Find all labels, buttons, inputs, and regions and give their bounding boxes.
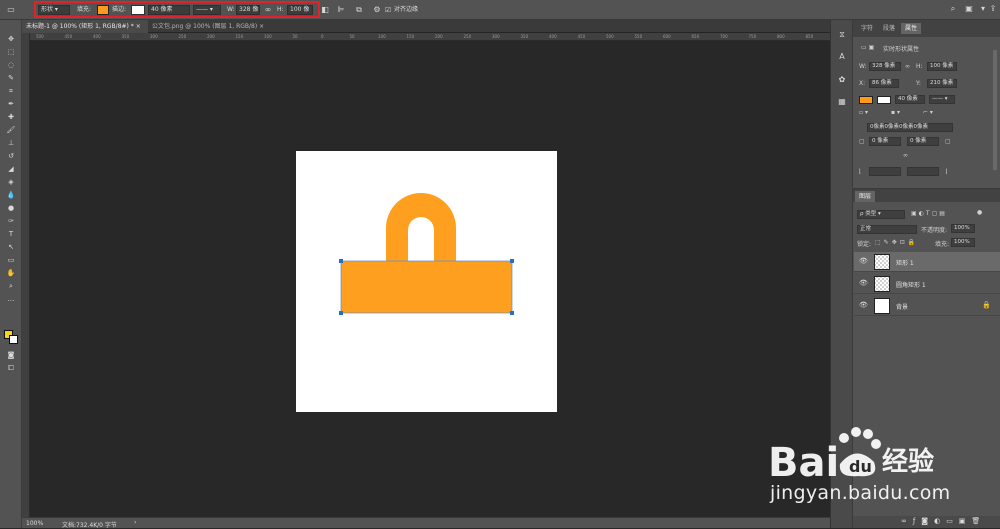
fill-field[interactable]: 100% (951, 238, 975, 247)
eye-icon[interactable]: 👁 (859, 301, 868, 309)
prop-height-label: H: (916, 63, 923, 70)
prop-fill-swatch[interactable] (859, 96, 873, 104)
swatches-panel-icon[interactable]: ▦ (837, 97, 847, 107)
layers-footer: ∞ƒ◙◐▭▣🗑 (853, 516, 1000, 528)
tab-character[interactable]: 字符 (857, 23, 877, 34)
lock-icon: 🔒 (982, 301, 991, 309)
eye-icon[interactable]: 👁 (859, 257, 868, 265)
transform-handle-tl (339, 259, 343, 263)
watermark-url: jingyan.baidu.com (770, 482, 951, 504)
blend-mode-select[interactable]: 正常 (857, 225, 917, 234)
baidu-watermark: Bai du 经验 (768, 427, 934, 484)
blend-mode-value: 正常 (860, 226, 872, 232)
prop-y-value: 210 像素 (930, 80, 954, 86)
svg-text:du: du (849, 457, 872, 476)
watermark-brand: Bai (768, 440, 839, 484)
eye-icon[interactable]: 👁 (859, 279, 868, 287)
layer-row[interactable]: 👁 背景 🔒 (854, 296, 1000, 316)
properties-scrollbar[interactable] (993, 50, 997, 170)
corner-bl-icon: ⌊ (859, 168, 862, 175)
fill-value: 100% (954, 239, 970, 245)
opacity-field[interactable]: 100% (951, 224, 975, 233)
corner-tl-value: 0 像素 (872, 138, 889, 144)
layer-name: 背景 (896, 304, 909, 311)
prop-y-field[interactable]: 210 像素 (927, 79, 957, 88)
corner-br-field[interactable] (907, 167, 939, 176)
prop-height-value: 100 像素 (930, 63, 954, 69)
rectangle-1-shape (340, 260, 513, 314)
lock-icons[interactable]: ⬚✎✥⊡🔒 (875, 239, 918, 246)
prop-width-value: 328 像素 (872, 63, 896, 69)
link-icon[interactable]: ∞ (905, 63, 910, 70)
corner-tl-field[interactable]: 0 像素 (869, 137, 901, 146)
prop-stroke-swatch[interactable] (877, 96, 891, 104)
corner-tr-icon: ▢ (945, 138, 951, 145)
tab-paragraph[interactable]: 段落 (879, 23, 899, 34)
properties-title: 实时形状属性 (883, 46, 920, 53)
watermark-suffix: 经验 (882, 446, 934, 477)
filter-toggle-icon[interactable]: ● (977, 209, 982, 216)
layers-tab-bar: 图层 (853, 188, 1000, 202)
corner-radius-all-value: 0像素0像素0像素0像素 (870, 124, 928, 130)
layer-thumbnail (874, 298, 890, 314)
prop-stroke-width-value: 40 像素 (898, 96, 918, 102)
shape-properties-icon: ▭ ▣ (861, 44, 875, 51)
transform-handle-bl (339, 311, 343, 315)
stroke-corners-icon[interactable]: ⌐ ▾ (923, 109, 933, 116)
stroke-align-icon[interactable]: ▫ ▾ (859, 109, 868, 116)
layer-actions-icons[interactable]: ∞ƒ◙◐▭▣🗑 (901, 517, 986, 525)
transform-handle-br (510, 311, 514, 315)
opacity-value: 100% (954, 225, 970, 231)
layer-row[interactable]: 👁 圆角矩形 1 (854, 274, 1000, 294)
paw-icon: du (839, 427, 881, 477)
prop-width-field[interactable]: 328 像素 (869, 62, 901, 71)
corner-tr-field[interactable]: 0 像素 (907, 137, 939, 146)
zoom-level[interactable]: 100% (26, 520, 43, 527)
prop-stroke-width-field[interactable]: 40 像素 (895, 95, 925, 104)
layer-name: 圆角矩形 1 (896, 282, 926, 289)
layer-row[interactable]: 👁 矩形 1 (854, 252, 1000, 272)
layer-filter-select[interactable]: ρ 类型 ▾ (857, 210, 905, 219)
properties-tab-bar: 字符 段落 属性 (853, 20, 1000, 37)
layer-filter-icons[interactable]: ▣◐T▢▤ (911, 210, 947, 217)
corner-radius-all-field[interactable]: 0像素0像素0像素0像素 (867, 123, 953, 132)
prop-height-field[interactable]: 100 像素 (927, 62, 957, 71)
prop-stroke-type-select[interactable]: —— ▾ (929, 95, 955, 104)
color-panel-icon[interactable]: ✿ (837, 75, 847, 85)
status-menu-icon[interactable]: › (134, 519, 136, 526)
tab-properties[interactable]: 属性 (901, 23, 922, 34)
layer-filter-value: ρ 类型 (860, 211, 877, 217)
stroke-caps-icon[interactable]: ▪ ▾ (891, 109, 900, 116)
prop-width-label: W: (859, 63, 867, 70)
prop-x-field[interactable]: 86 像素 (869, 79, 899, 88)
corner-tl-icon: ▢ (859, 138, 865, 145)
history-panel-icon[interactable]: ⧖ (837, 30, 847, 40)
prop-x-label: X: (859, 80, 866, 87)
corner-tr-value: 0 像素 (910, 138, 927, 144)
corner-br-icon: ⌋ (945, 168, 948, 175)
tab-layers[interactable]: 图层 (855, 191, 876, 202)
layer-thumbnail (874, 254, 890, 270)
corner-bl-field[interactable] (869, 167, 901, 176)
transform-handle-tr (510, 259, 514, 263)
status-bar: 100% 文档:732.4K/0 字节 › (22, 517, 830, 529)
layer-name: 矩形 1 (896, 260, 914, 267)
fill-label: 填充: (935, 241, 950, 248)
layer-thumbnail (874, 276, 890, 292)
character-panel-icon[interactable]: A (837, 52, 847, 62)
opacity-label: 不透明度: (921, 227, 948, 234)
link-corners-icon[interactable]: ∞ (903, 152, 908, 159)
lock-label: 锁定: (857, 241, 872, 248)
prop-y-label: Y: (916, 80, 921, 87)
rounded-rectangle-handle-shape (386, 193, 456, 262)
prop-x-value: 86 像素 (872, 80, 892, 86)
